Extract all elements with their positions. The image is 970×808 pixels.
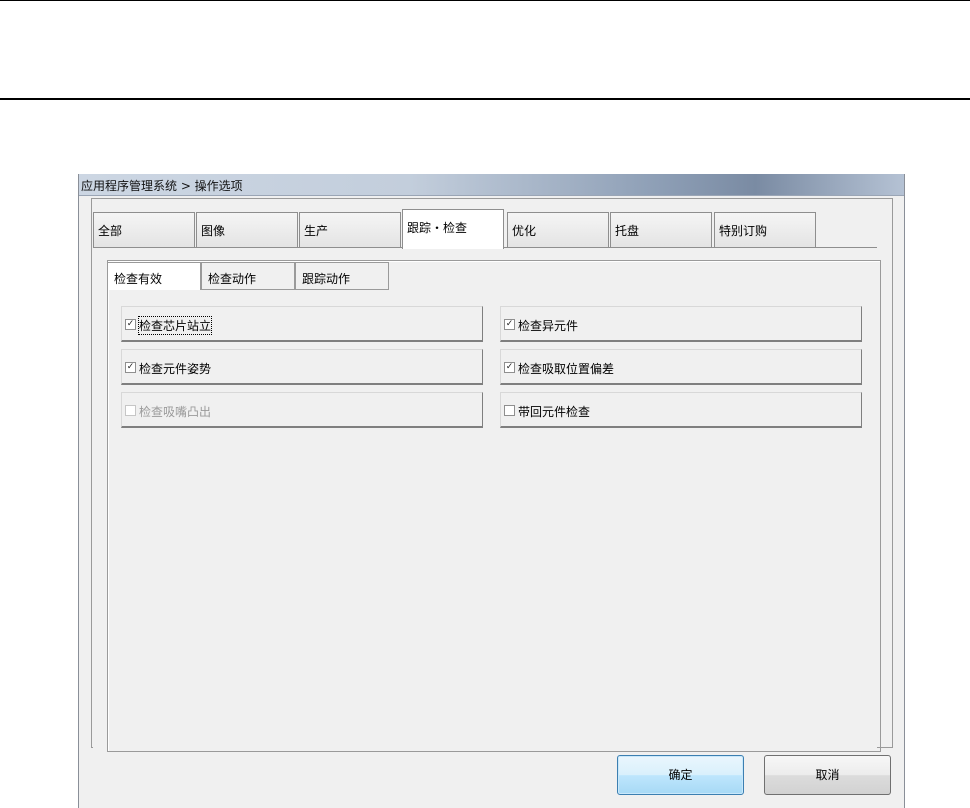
- subtab-inspection-action[interactable]: 检查动作: [201, 262, 295, 290]
- main-tabstrip: 全部 图像 生产 跟踪・检查 优化 托盘 特别订购: [93, 209, 893, 249]
- subtab-tracking-action[interactable]: 跟踪动作: [295, 262, 389, 290]
- operation-options-dialog: 应用程序管理系统 > 操作选项 全部 图像 生产 跟踪・检查 优化 托盘 特别订…: [78, 174, 905, 808]
- option-label: 检查吸取位置偏差: [518, 362, 615, 376]
- checkbox-unchecked-icon[interactable]: [504, 405, 515, 416]
- tab-all[interactable]: 全部: [93, 212, 195, 248]
- option-check-nozzle-protrusion: 检查吸嘴凸出: [121, 392, 483, 428]
- dialog-title: 应用程序管理系统 > 操作选项: [81, 179, 243, 193]
- option-check-component-posture[interactable]: ✓ 检查元件姿势: [121, 349, 483, 385]
- page-header-rule: [0, 98, 970, 100]
- option-label: 检查吸嘴凸出: [139, 405, 212, 419]
- option-label: 带回元件检查: [518, 405, 591, 419]
- option-label: 检查元件姿势: [139, 362, 212, 376]
- page-top-rule: [0, 0, 970, 1]
- cancel-button[interactable]: 取消: [764, 755, 891, 795]
- tab-optimization[interactable]: 优化: [507, 212, 609, 248]
- option-label: 检查异元件: [518, 319, 579, 333]
- option-check-foreign-component[interactable]: ✓ 检查异元件: [500, 306, 862, 342]
- dialog-titlebar[interactable]: 应用程序管理系统 > 操作选项: [79, 174, 904, 196]
- checkbox-checked-icon[interactable]: ✓: [125, 319, 136, 330]
- checkbox-checked-icon[interactable]: ✓: [504, 319, 515, 330]
- option-return-component-check[interactable]: 带回元件检查: [500, 392, 862, 428]
- tab-tracking-inspection[interactable]: 跟踪・检查: [402, 209, 504, 249]
- checkbox-unchecked-icon: [125, 405, 136, 416]
- ok-button[interactable]: 确定: [617, 755, 744, 795]
- option-label: 检查芯片站立: [137, 316, 213, 335]
- checkbox-checked-icon[interactable]: ✓: [125, 362, 136, 373]
- tab-special-order[interactable]: 特别订购: [714, 212, 816, 248]
- subtab-inspection-valid[interactable]: 检查有效: [107, 262, 201, 290]
- tab-production[interactable]: 生产: [299, 212, 401, 248]
- tab-image[interactable]: 图像: [196, 212, 298, 248]
- option-check-pickup-position-offset[interactable]: ✓ 检查吸取位置偏差: [500, 349, 862, 385]
- option-check-chip-standing[interactable]: ✓ 检查芯片站立: [121, 306, 483, 342]
- tab-tray[interactable]: 托盘: [610, 212, 712, 248]
- checkbox-checked-icon[interactable]: ✓: [504, 362, 515, 373]
